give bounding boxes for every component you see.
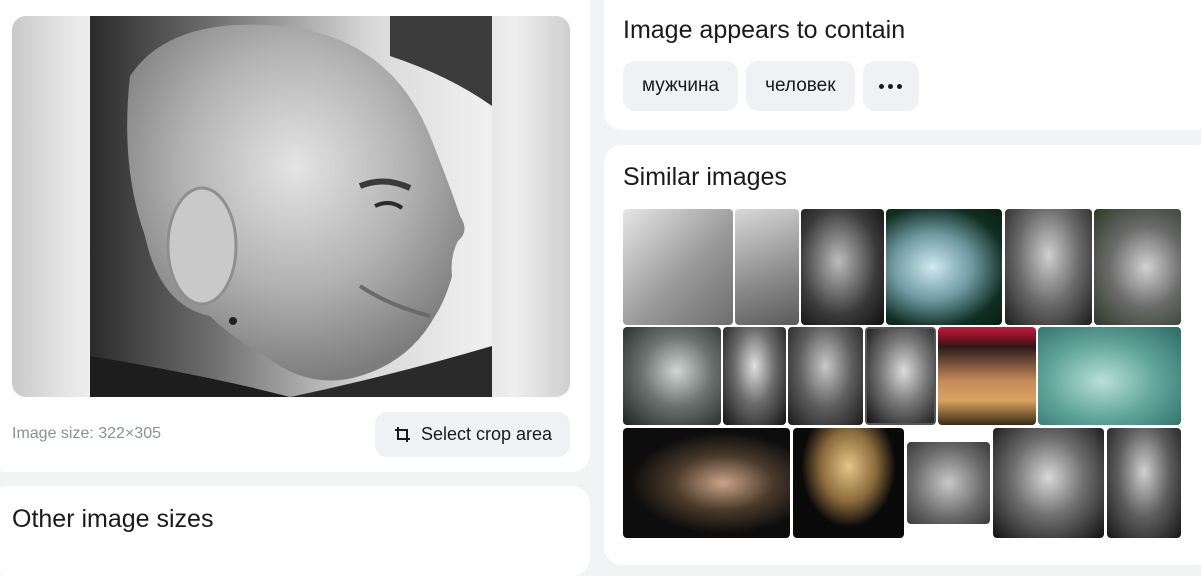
similar-thumb[interactable] — [993, 428, 1104, 538]
preview-image-frame[interactable] — [12, 16, 570, 397]
similar-thumb[interactable] — [886, 209, 1002, 325]
more-tags-button[interactable] — [862, 61, 919, 111]
similar-thumb[interactable] — [801, 209, 884, 325]
profile-photo-graphic — [90, 16, 492, 397]
similar-thumb[interactable] — [907, 442, 990, 524]
similar-title: Similar images — [623, 163, 787, 191]
similar-images-grid — [623, 209, 1183, 549]
similar-thumb[interactable] — [623, 428, 790, 538]
similar-thumb[interactable] — [623, 209, 733, 325]
image-size-text: Image size: 322×305 — [12, 425, 161, 442]
tag-list: мужчина человек — [623, 61, 919, 111]
tag-man[interactable]: мужчина — [623, 61, 739, 111]
tag-person[interactable]: человек — [746, 61, 855, 111]
other-sizes-title: Other image sizes — [12, 505, 214, 533]
similar-thumb[interactable] — [793, 428, 904, 538]
similar-thumb[interactable] — [723, 327, 786, 425]
select-crop-area-label: Select crop area — [420, 424, 553, 444]
similar-thumb[interactable] — [1107, 428, 1181, 538]
select-crop-area-button[interactable]: Select crop area — [375, 412, 570, 457]
similar-thumb[interactable] — [788, 327, 863, 425]
more-icon — [879, 83, 903, 89]
similar-thumb[interactable] — [1005, 209, 1092, 325]
contains-title: Image appears to contain — [623, 16, 906, 44]
similar-thumb[interactable] — [623, 327, 721, 425]
similar-thumb[interactable] — [938, 327, 1036, 425]
crop-icon — [394, 426, 410, 442]
similar-thumb[interactable] — [735, 209, 799, 325]
similar-thumb[interactable] — [1038, 327, 1181, 425]
similar-thumb[interactable] — [865, 327, 936, 425]
similar-thumb[interactable] — [1094, 209, 1181, 325]
preview-image[interactable] — [90, 16, 492, 397]
